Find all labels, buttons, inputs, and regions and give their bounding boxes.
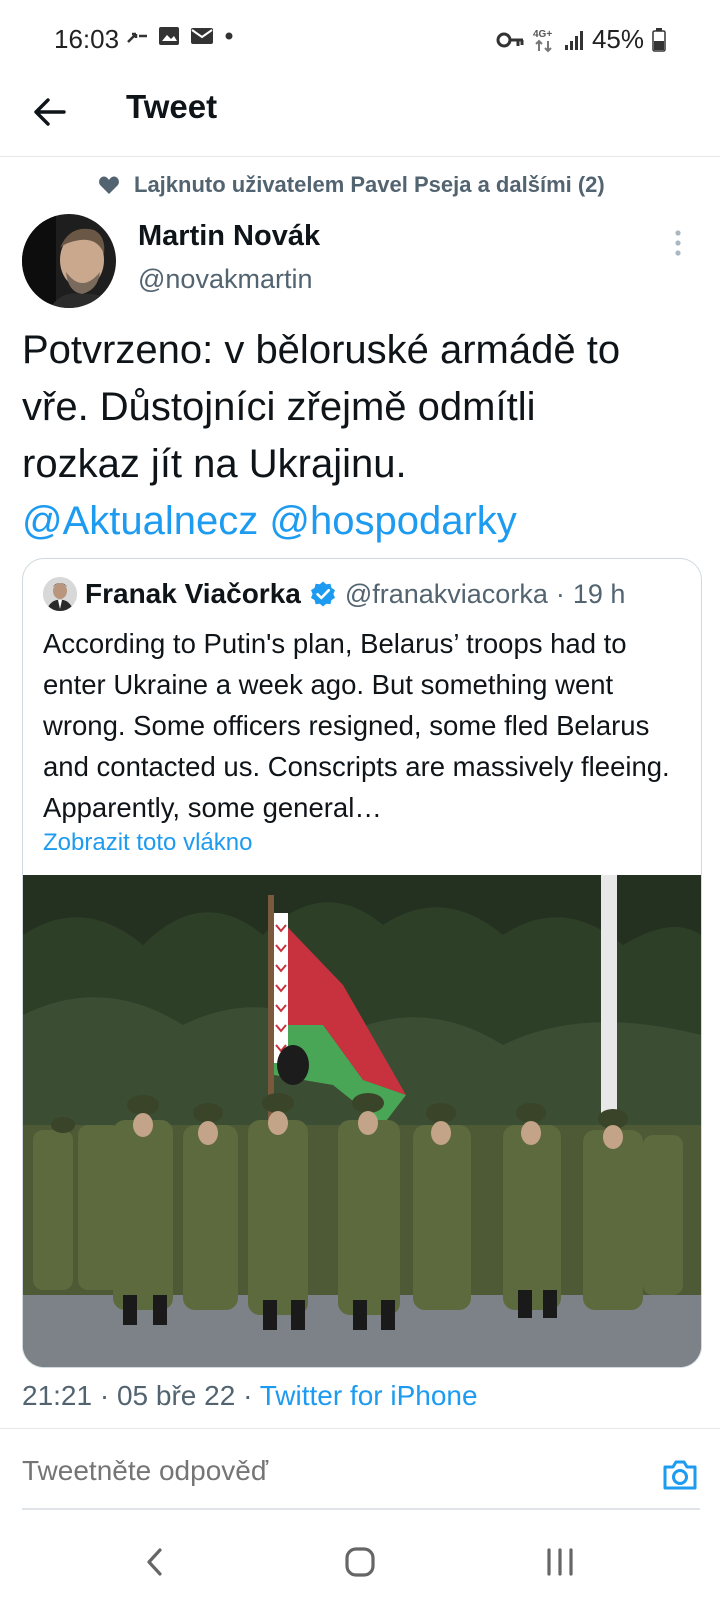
battery-percent: 45% (591, 24, 644, 54)
tweet-text-line: rozkaz jít na Ukrajinu. (22, 442, 407, 486)
signal-icon (564, 30, 583, 50)
mail-icon (191, 28, 213, 44)
system-nav-bar (0, 1520, 720, 1600)
meta-separator: · (555, 578, 565, 609)
avatar[interactable] (22, 214, 116, 308)
social-context-text: Lajknuto uživatelem Pavel Pseja a dalším… (134, 172, 605, 197)
network-4g-icon: 4G+ (533, 29, 552, 52)
app-header: Tweet (0, 80, 720, 157)
mention-link[interactable]: @Aktualnecz (22, 499, 258, 543)
nav-back-icon[interactable] (136, 1542, 176, 1582)
tweet-source-link[interactable]: Twitter for iPhone (260, 1380, 478, 1411)
tweet-date: 05 bře 22 (116, 1380, 236, 1411)
status-time: 16:03 (54, 24, 120, 54)
page-title: Tweet (126, 88, 218, 125)
nav-recents-icon[interactable] (540, 1542, 580, 1582)
tweet-text-line: Potvrzeno: v běloruské armádě to (22, 328, 621, 372)
quoted-tweet-photo[interactable] (23, 875, 701, 1367)
divider (0, 1428, 720, 1429)
status-bar: 16:03 4G+ 45% (0, 0, 720, 80)
status-left-icons (126, 26, 234, 46)
quoted-tweet-age: 19 h (572, 578, 626, 609)
quoted-tweet-header: Franak Viačorka @franakviacorka · 19 h (43, 577, 625, 611)
svg-text:4G+: 4G+ (533, 29, 552, 40)
call-forward-icon (127, 32, 147, 43)
battery-icon (652, 27, 666, 52)
image-icon (159, 27, 179, 45)
dot-icon (225, 32, 233, 40)
author-name[interactable]: Martin Novák (138, 220, 320, 253)
reply-input[interactable] (22, 1455, 622, 1487)
tweet-time: 21:21 (22, 1380, 93, 1411)
social-context[interactable]: Lajknuto uživatelem Pavel Pseja a dalším… (98, 172, 605, 198)
meta-separator: · (243, 1380, 253, 1411)
quoted-tweet-text: According to Putin's plan, Belarus’ troo… (43, 628, 670, 823)
vpn-key-icon (496, 32, 524, 47)
back-arrow-icon[interactable] (30, 92, 70, 132)
quoted-author-avatar (43, 577, 77, 611)
tweet-timestamp-row: 21:21 · 05 bře 22 · Twitter for iPhone (22, 1380, 478, 1412)
status-right: 4G+ 45% (496, 24, 666, 55)
quoted-author-handle: @franakviacorka (344, 578, 548, 609)
more-options-icon[interactable] (672, 228, 684, 258)
quoted-author-name: Franak Viačorka (85, 578, 301, 609)
meta-separator: · (99, 1380, 110, 1411)
nav-home-icon[interactable] (340, 1542, 380, 1582)
verified-badge-icon (310, 581, 335, 607)
mention-link[interactable]: @hospodarky (269, 499, 516, 543)
heart-icon (99, 176, 119, 194)
quoted-tweet[interactable]: Franak Viačorka @franakviacorka · 19 h A… (22, 558, 702, 1368)
tweet-text: Potvrzeno: v běloruské armádě to vře. Dů… (22, 322, 702, 550)
tweet-text-line: vře. Důstojníci zřejmě odmítli (22, 385, 536, 429)
reply-underline (22, 1508, 700, 1510)
show-thread-link[interactable]: Zobrazit toto vlákno (43, 829, 252, 857)
author-handle[interactable]: @novakmartin (138, 264, 312, 295)
camera-icon[interactable] (660, 1455, 700, 1495)
